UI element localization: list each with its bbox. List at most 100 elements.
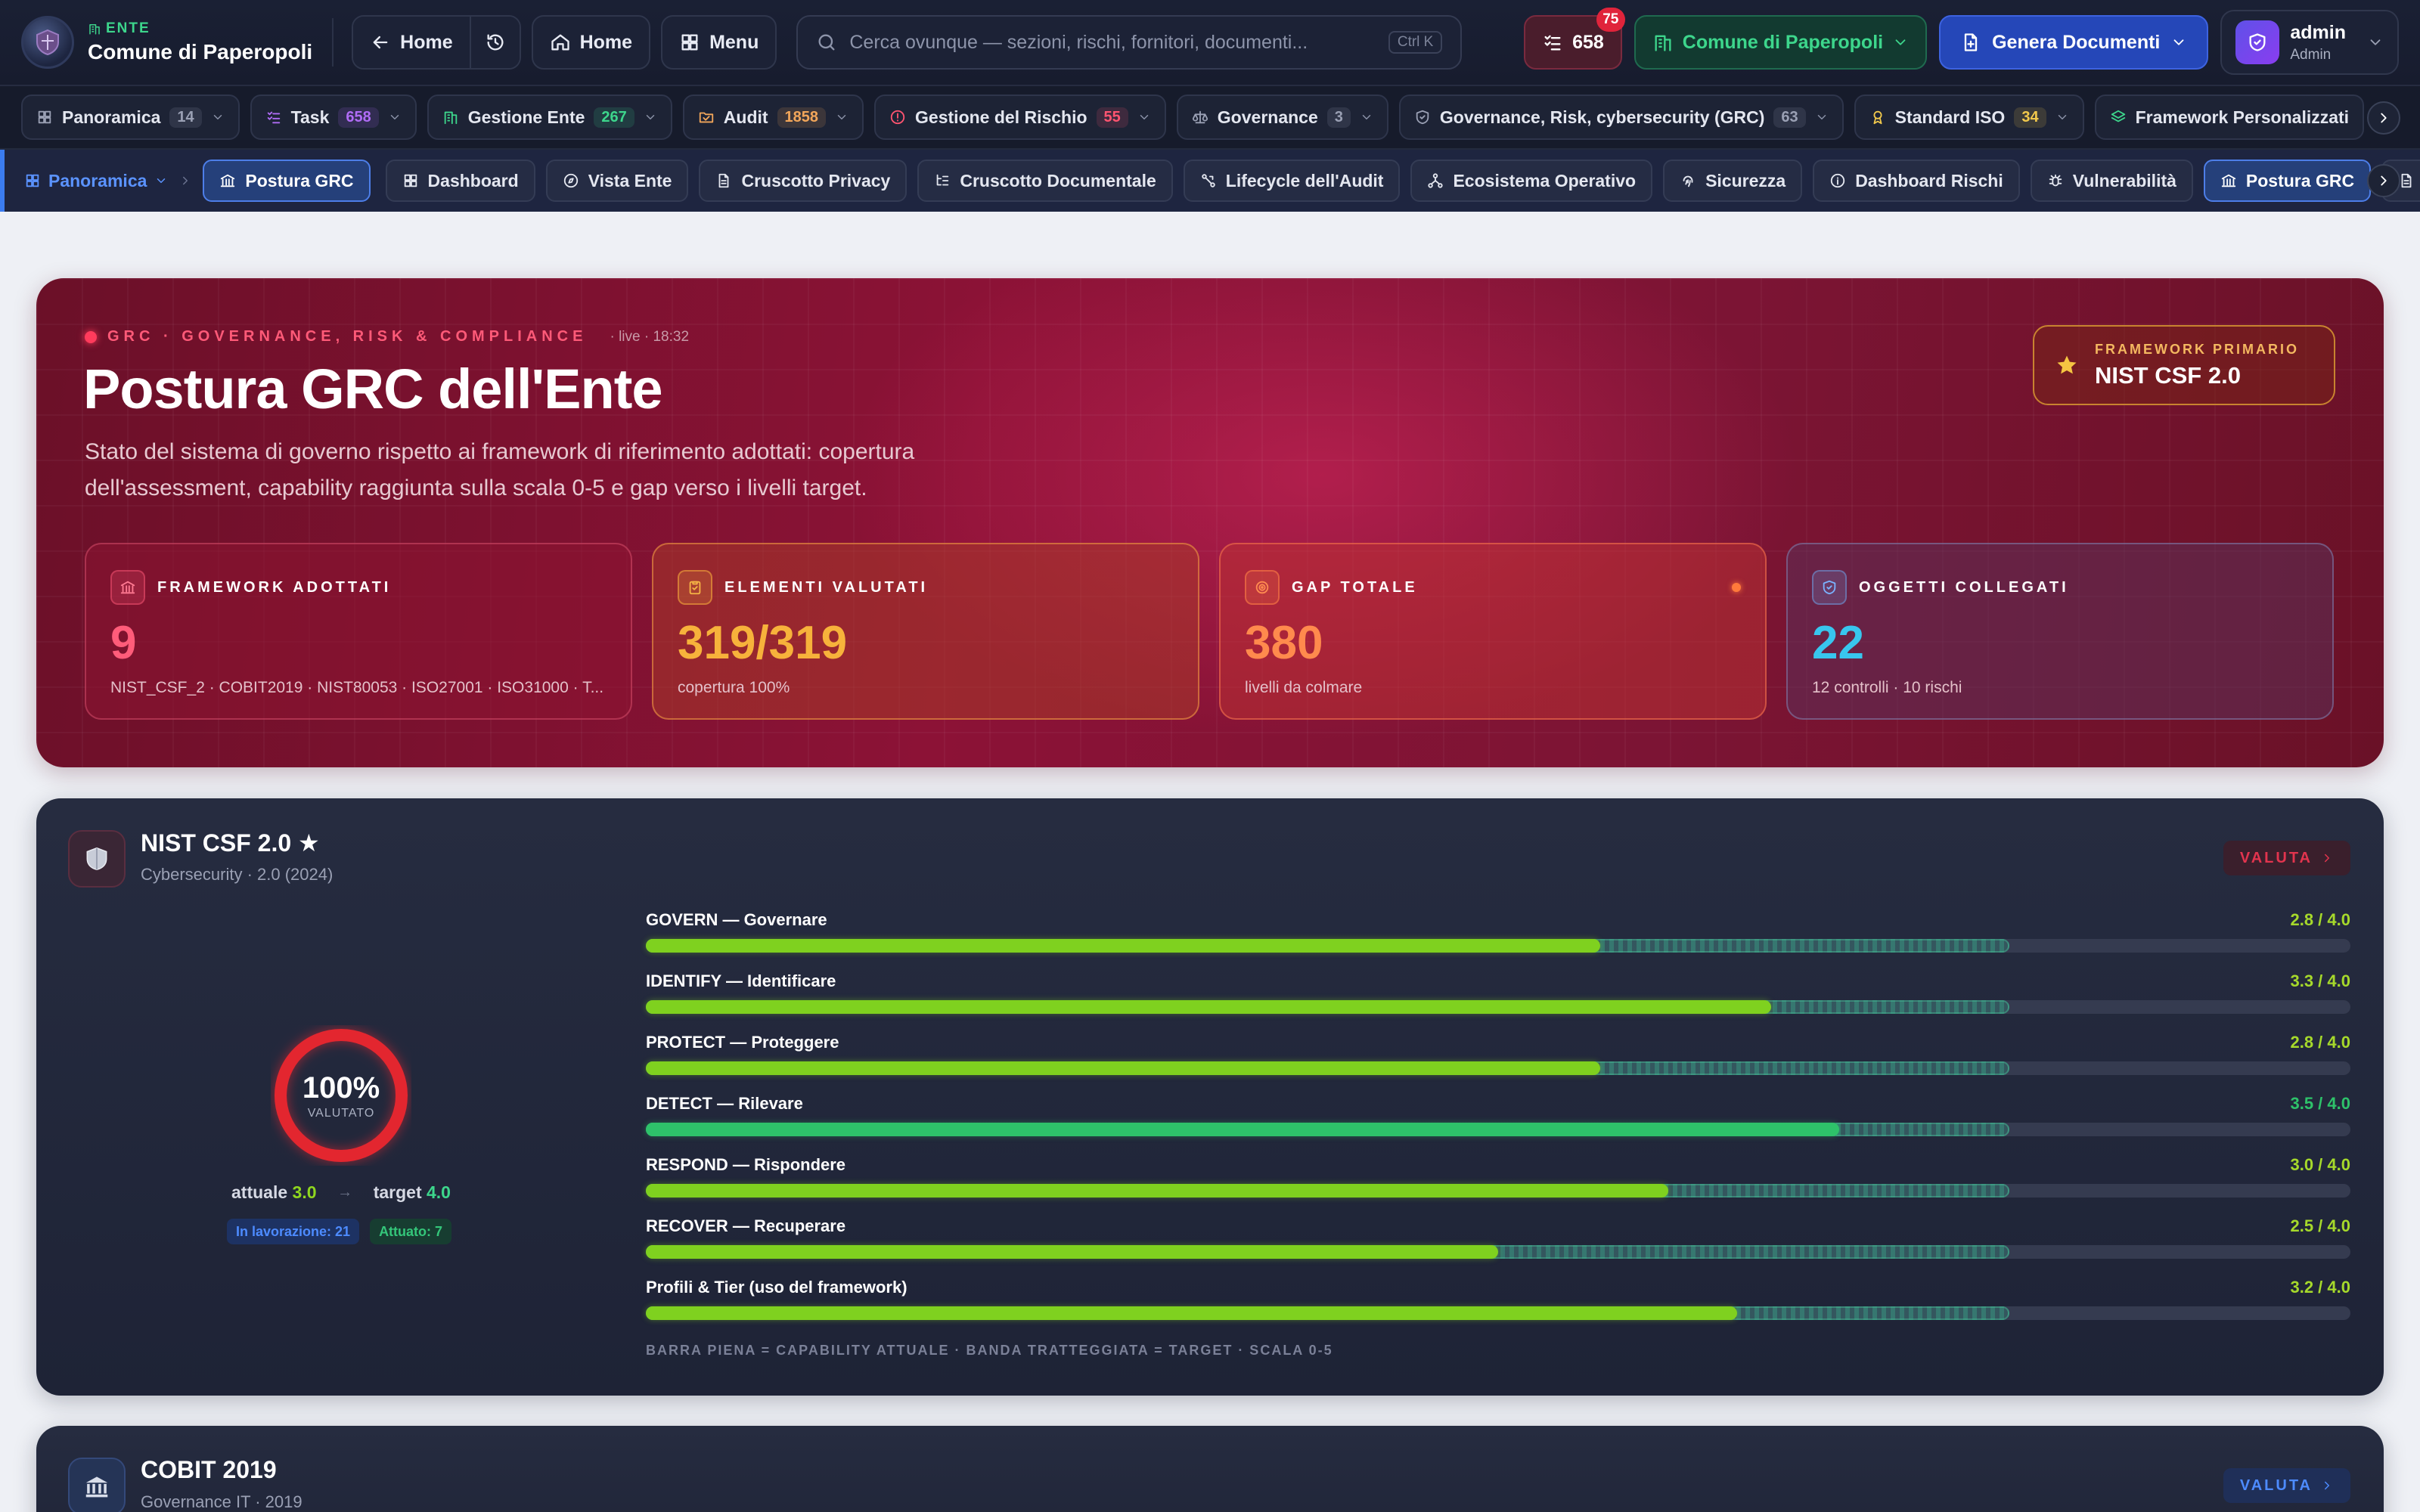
status-badge: In lavorazione: 21 — [227, 1219, 360, 1244]
module-count: 658 — [338, 107, 379, 128]
arrow-left-icon — [373, 36, 388, 49]
history-button[interactable] — [469, 17, 520, 68]
home-label: Home — [579, 31, 633, 53]
ente-tag: ENTE — [106, 20, 150, 36]
user-role: Admin — [2290, 46, 2332, 63]
capability-row: RESPOND — Rispondere 3.0 / 4.0 — [646, 1155, 2350, 1216]
capability-label: GOVERN — Governare — [646, 910, 827, 929]
chevron-down-icon — [2173, 39, 2184, 45]
alert-icon — [890, 110, 905, 125]
menu-label: Menu — [709, 31, 759, 53]
module-nav-scroll-right-button[interactable] — [2367, 101, 2400, 135]
sub-tab[interactable]: Vista Ente — [545, 160, 689, 202]
module-tab[interactable]: Governance, Risk, cybersecurity (GRC) 63 — [1398, 94, 1844, 140]
chevron-down-icon — [1895, 39, 1906, 45]
page-title: Postura GRC dell'Ente — [83, 358, 663, 420]
kpi-oggetti-collegati[interactable]: OGGETTI COLLEGATI 22 12 controlli · 10 r… — [1786, 543, 2334, 720]
target-value: 4.0 — [427, 1182, 451, 1202]
module-tab[interactable]: Gestione del Rischio 55 — [874, 94, 1166, 140]
grid-icon — [38, 110, 51, 124]
module-label: Governance, Risk, cybersecurity (GRC) — [1439, 107, 1765, 127]
ente-name: Comune di Paperopoli — [88, 40, 313, 64]
sub-nav: Panoramica Postura GRC Dashboard Vista En… — [0, 150, 2420, 212]
capability-track — [646, 1184, 2350, 1198]
ente-selector-label: Comune di Paperopoli — [1682, 31, 1884, 53]
capability-label: RECOVER — Recuperare — [646, 1216, 846, 1235]
sub-tab[interactable]: Dashboard Rischi — [1813, 160, 2020, 202]
module-tab[interactable]: Gestione Ente 267 — [427, 94, 672, 140]
chevron-down-icon — [837, 115, 846, 119]
kpi-gap-totale[interactable]: GAP TOTALE 380 livelli da colmare — [1219, 543, 1767, 720]
sub-tab-label: Dashboard Rischi — [1855, 170, 2003, 191]
capability-fill — [646, 1245, 1498, 1259]
ente-selector[interactable]: Comune di Paperopoli — [1634, 15, 1928, 70]
generate-documents-label: Genera Documenti — [1992, 31, 2161, 53]
kpi-framework-adottati[interactable]: FRAMEWORK ADOTTATI 9 NIST_CSF_2 · COBIT2… — [85, 543, 632, 720]
back-home-button[interactable]: Home — [353, 17, 470, 68]
module-tab[interactable]: Standard ISO 34 — [1854, 94, 2084, 140]
sub-tabs: Dashboard Vista Ente Cruscotto Privacy Crus… — [385, 160, 2420, 202]
breadcrumb-current[interactable]: Postura GRC — [203, 160, 371, 202]
ente-brand: ENTE Comune di Paperopoli — [88, 20, 312, 64]
tasks-button[interactable]: 658 75 — [1524, 8, 1625, 70]
sub-tab[interactable]: Sicurezza — [1663, 160, 1803, 202]
kpi-elementi-valutati[interactable]: ELEMENTI VALUTATI 319/319 copertura 100% — [652, 543, 1199, 720]
attuale-label: attuale — [231, 1182, 288, 1202]
shield-check-icon — [1812, 570, 1847, 605]
search-placeholder: Cerca ovunque — sezioni, rischi, fornito… — [849, 31, 1308, 53]
dashboard-icon — [404, 174, 417, 187]
sub-tab[interactable]: Postura GRC — [2203, 160, 2372, 202]
arrow-right-icon: → — [337, 1184, 353, 1201]
sub-tab[interactable]: Vulnerabilità — [2030, 160, 2193, 202]
kpi-label: OGGETTI COLLEGATI — [1859, 578, 2069, 596]
divider — [332, 18, 334, 67]
chevron-down-icon — [2370, 39, 2381, 45]
capability-label: DETECT — Rilevare — [646, 1094, 803, 1113]
capability-track — [646, 1123, 2350, 1136]
module-label: Governance — [1217, 107, 1318, 127]
valuta-button[interactable]: VALUTA — [2223, 1468, 2350, 1503]
primary-framework-label: FRAMEWORK PRIMARIO — [2095, 341, 2299, 357]
sub-tab-label: Postura GRC — [2245, 170, 2355, 191]
kpi-value: 319/319 — [678, 617, 848, 669]
kpi-sub: 12 controlli · 10 rischi — [1812, 679, 1962, 696]
subnav-scroll-right-button[interactable] — [2367, 164, 2400, 197]
global-search-input[interactable]: Cerca ovunque — sezioni, rischi, fornito… — [796, 15, 1463, 70]
module-count: 267 — [594, 107, 634, 128]
sub-tab[interactable]: Cruscotto Privacy — [699, 160, 908, 202]
module-tab[interactable]: Framework Personalizzati — [2094, 94, 2365, 140]
generate-documents-button[interactable]: Genera Documenti — [1939, 15, 2209, 70]
kpi-sub: livelli da colmare — [1245, 679, 1363, 696]
sub-tab-label: Sicurezza — [1705, 170, 1786, 191]
breadcrumb[interactable]: Panoramica — [24, 171, 168, 191]
module-tab[interactable]: Panoramica 14 — [21, 94, 240, 140]
breadcrumb-root: Panoramica — [48, 170, 147, 191]
module-count: 14 — [169, 107, 202, 128]
sub-tab[interactable]: Lifecycle dell'Audit — [1183, 160, 1401, 202]
sub-tab[interactable]: Cruscotto Documentale — [917, 160, 1173, 202]
module-tab[interactable]: Governance 3 — [1176, 94, 1388, 140]
target-icon — [1245, 570, 1280, 605]
user-menu[interactable]: admin Admin — [2220, 10, 2399, 75]
chevron-down-icon — [1817, 115, 1826, 119]
hero-live-time: · live · 18:32 — [610, 328, 690, 345]
home-button[interactable]: Home — [531, 15, 651, 70]
star-icon — [2057, 355, 2077, 374]
sub-tab[interactable]: Ecosistema Operativo — [1410, 160, 1653, 202]
module-tab[interactable]: Audit 1858 — [682, 94, 864, 140]
capability-row: PROTECT — Proteggere 2.8 / 4.0 — [646, 1033, 2350, 1094]
primary-framework-badge[interactable]: FRAMEWORK PRIMARIO NIST CSF 2.0 — [2033, 325, 2335, 405]
shield-icon — [1416, 110, 1429, 125]
sub-tab-label: Vista Ente — [588, 170, 672, 191]
chevron-right-icon — [183, 176, 188, 185]
capability-label: IDENTIFY — Identificare — [646, 971, 836, 990]
module-count: 1858 — [777, 107, 827, 128]
search-shortcut: Ctrl K — [1388, 31, 1443, 54]
sub-tab[interactable]: Dashboard — [385, 160, 535, 202]
menu-button[interactable]: Menu — [661, 15, 777, 70]
framework-card-cobit: COBIT 2019 Governance IT · 2019 VALUTA — [36, 1426, 2384, 1512]
module-count: 63 — [1773, 107, 1806, 128]
valuta-button[interactable]: VALUTA — [2223, 841, 2350, 875]
coverage-ring-text: 100% VALUTATO — [271, 1025, 411, 1166]
module-tab[interactable]: Task 658 — [250, 94, 417, 140]
